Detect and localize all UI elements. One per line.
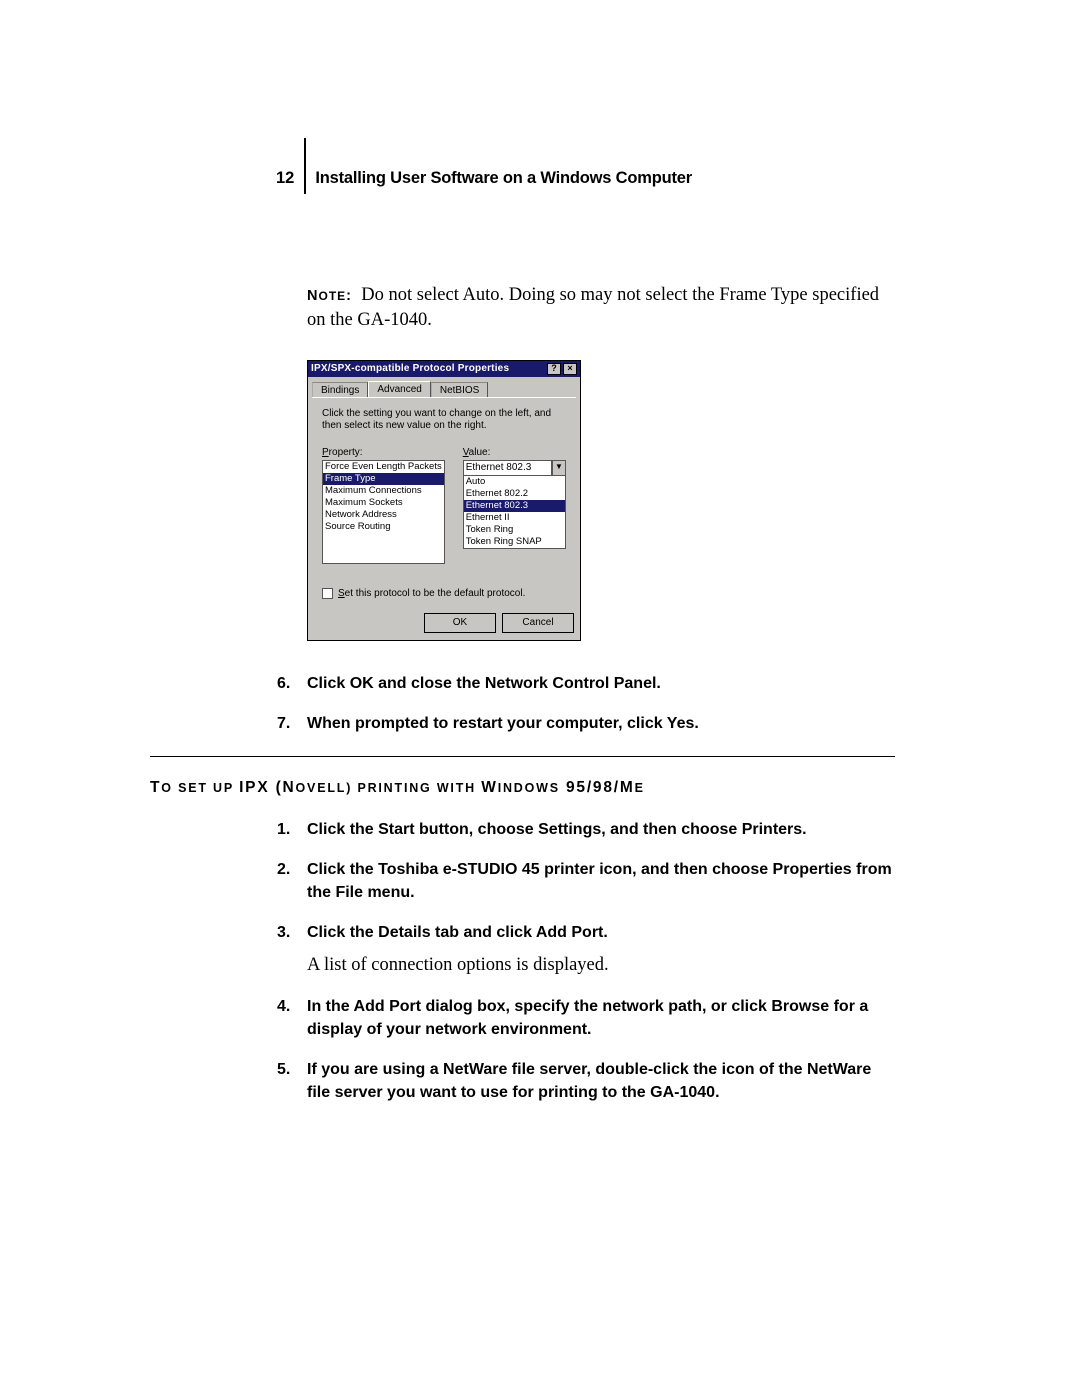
help-icon[interactable]: ?	[547, 363, 561, 375]
note-text: Do not select Auto. Doing so may not sel…	[307, 285, 879, 331]
value-label: Value:	[463, 447, 566, 458]
value-dropdown[interactable]: Auto Ethernet 802.2 Ethernet 802.3 Ether…	[463, 476, 566, 549]
list-item[interactable]: Force Even Length Packets	[323, 461, 444, 473]
step-4: 4.In the Add Port dialog box, specify th…	[307, 996, 895, 1041]
chevron-down-icon[interactable]: ▼	[552, 460, 566, 476]
procedure-heading: TO SET UP IPX (NOVELL) PRINTING WITH WIN…	[150, 779, 895, 797]
tab-netbios[interactable]: NetBIOS	[431, 382, 488, 398]
list-item[interactable]: Token Ring	[464, 524, 565, 536]
running-header: 12 Installing User Software on a Windows…	[276, 150, 1080, 206]
ok-button[interactable]: OK	[424, 613, 496, 633]
tab-bindings[interactable]: Bindings	[312, 382, 368, 398]
section-divider	[150, 756, 895, 757]
list-item[interactable]: Token Ring SNAP	[464, 536, 565, 548]
default-protocol-checkbox[interactable]: Set this protocol to be the default prot…	[322, 588, 525, 599]
note-label: NOTE:	[307, 288, 352, 304]
dialog-instruction: Click the setting you want to change on …	[322, 408, 566, 433]
ipx-dialog: IPX/SPX-compatible Protocol Properties ?…	[307, 360, 895, 641]
step-1: 1.Click the Start button, choose Setting…	[307, 819, 895, 841]
page-number: 12	[276, 169, 304, 188]
close-icon[interactable]: ×	[563, 363, 577, 375]
list-item[interactable]: Source Routing	[323, 521, 444, 533]
list-item[interactable]: Maximum Connections	[323, 485, 444, 497]
list-item[interactable]: Ethernet II	[464, 512, 565, 524]
dialog-titlebar: IPX/SPX-compatible Protocol Properties ?…	[308, 361, 580, 377]
document-page: 12 Installing User Software on a Windows…	[0, 0, 1080, 1397]
tab-advanced[interactable]: Advanced	[368, 381, 430, 397]
cancel-button[interactable]: Cancel	[502, 613, 574, 633]
step-3-subtext: A list of connection options is displaye…	[307, 953, 895, 979]
chapter-title: Installing User Software on a Windows Co…	[315, 169, 692, 188]
dialog-title: IPX/SPX-compatible Protocol Properties	[311, 363, 509, 374]
property-label: Property:	[322, 447, 445, 458]
list-item[interactable]: Ethernet 802.2	[464, 488, 565, 500]
list-item[interactable]: Frame Type	[323, 473, 444, 485]
header-divider	[304, 138, 306, 194]
step-list-b: 1.Click the Start button, choose Setting…	[307, 819, 895, 1104]
step-2: 2.Click the Toshiba e-STUDIO 45 printer …	[307, 859, 895, 904]
combo-value: Ethernet 802.3	[463, 460, 552, 476]
step-6: 6.Click OK and close the Network Control…	[307, 673, 895, 695]
list-item[interactable]: Auto	[464, 476, 565, 488]
property-listbox[interactable]: Force Even Length Packets Frame Type Max…	[322, 460, 445, 564]
step-3: 3.Click the Details tab and click Add Po…	[307, 922, 895, 978]
list-item[interactable]: Maximum Sockets	[323, 497, 444, 509]
step-list-a: 6.Click OK and close the Network Control…	[307, 673, 895, 736]
value-combobox[interactable]: Ethernet 802.3 ▼	[463, 460, 566, 476]
list-item[interactable]: Ethernet 802.3	[464, 500, 565, 512]
list-item[interactable]: Network Address	[323, 509, 444, 521]
checkbox-icon[interactable]	[322, 588, 333, 599]
note-paragraph: NOTE: Do not select Auto. Doing so may n…	[307, 283, 895, 334]
dialog-tabs: Bindings Advanced NetBIOS	[312, 381, 576, 397]
step-5: 5.If you are using a NetWare file server…	[307, 1059, 895, 1104]
